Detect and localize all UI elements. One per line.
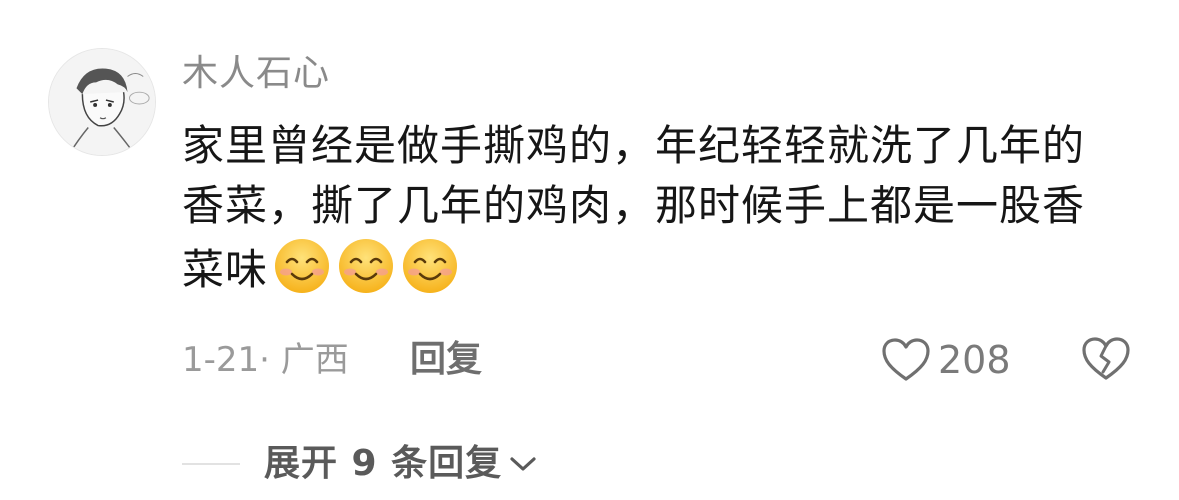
smiling-face-emoji-icon <box>275 239 330 293</box>
like-count: 208 <box>938 338 1011 382</box>
like-button[interactable]: 208 <box>880 334 1011 386</box>
comment-text-block: 家里曾经是做手撕鸡的，年纪轻轻就洗了几年的香菜，撕了几年的鸡肉，那时候手上都是一… <box>182 116 1102 300</box>
smiling-face-emoji-icon <box>403 239 458 293</box>
expand-replies-button[interactable]: 展开 9 条回复 <box>182 440 538 488</box>
expand-replies-label: 展开 9 条回复 <box>264 443 503 484</box>
avatar[interactable] <box>48 48 156 156</box>
username[interactable]: 木人石心 <box>182 52 330 96</box>
comment-date-location: 1-21· 广西 <box>182 340 349 380</box>
heart-icon <box>882 338 930 381</box>
comment-item: 木人石心 家里曾经是做手撕鸡的，年纪轻轻就洗了几年的香菜，撕了几年的鸡肉，那时候… <box>0 0 1179 500</box>
avatar-sketch-image <box>49 49 155 155</box>
broken-heart-icon[interactable] <box>1080 334 1132 384</box>
reply-button[interactable]: 回复 <box>410 338 482 382</box>
emoji-group <box>272 236 460 296</box>
divider-line <box>182 463 240 465</box>
smiling-face-emoji-icon <box>339 239 394 293</box>
chevron-down-icon <box>510 457 536 471</box>
